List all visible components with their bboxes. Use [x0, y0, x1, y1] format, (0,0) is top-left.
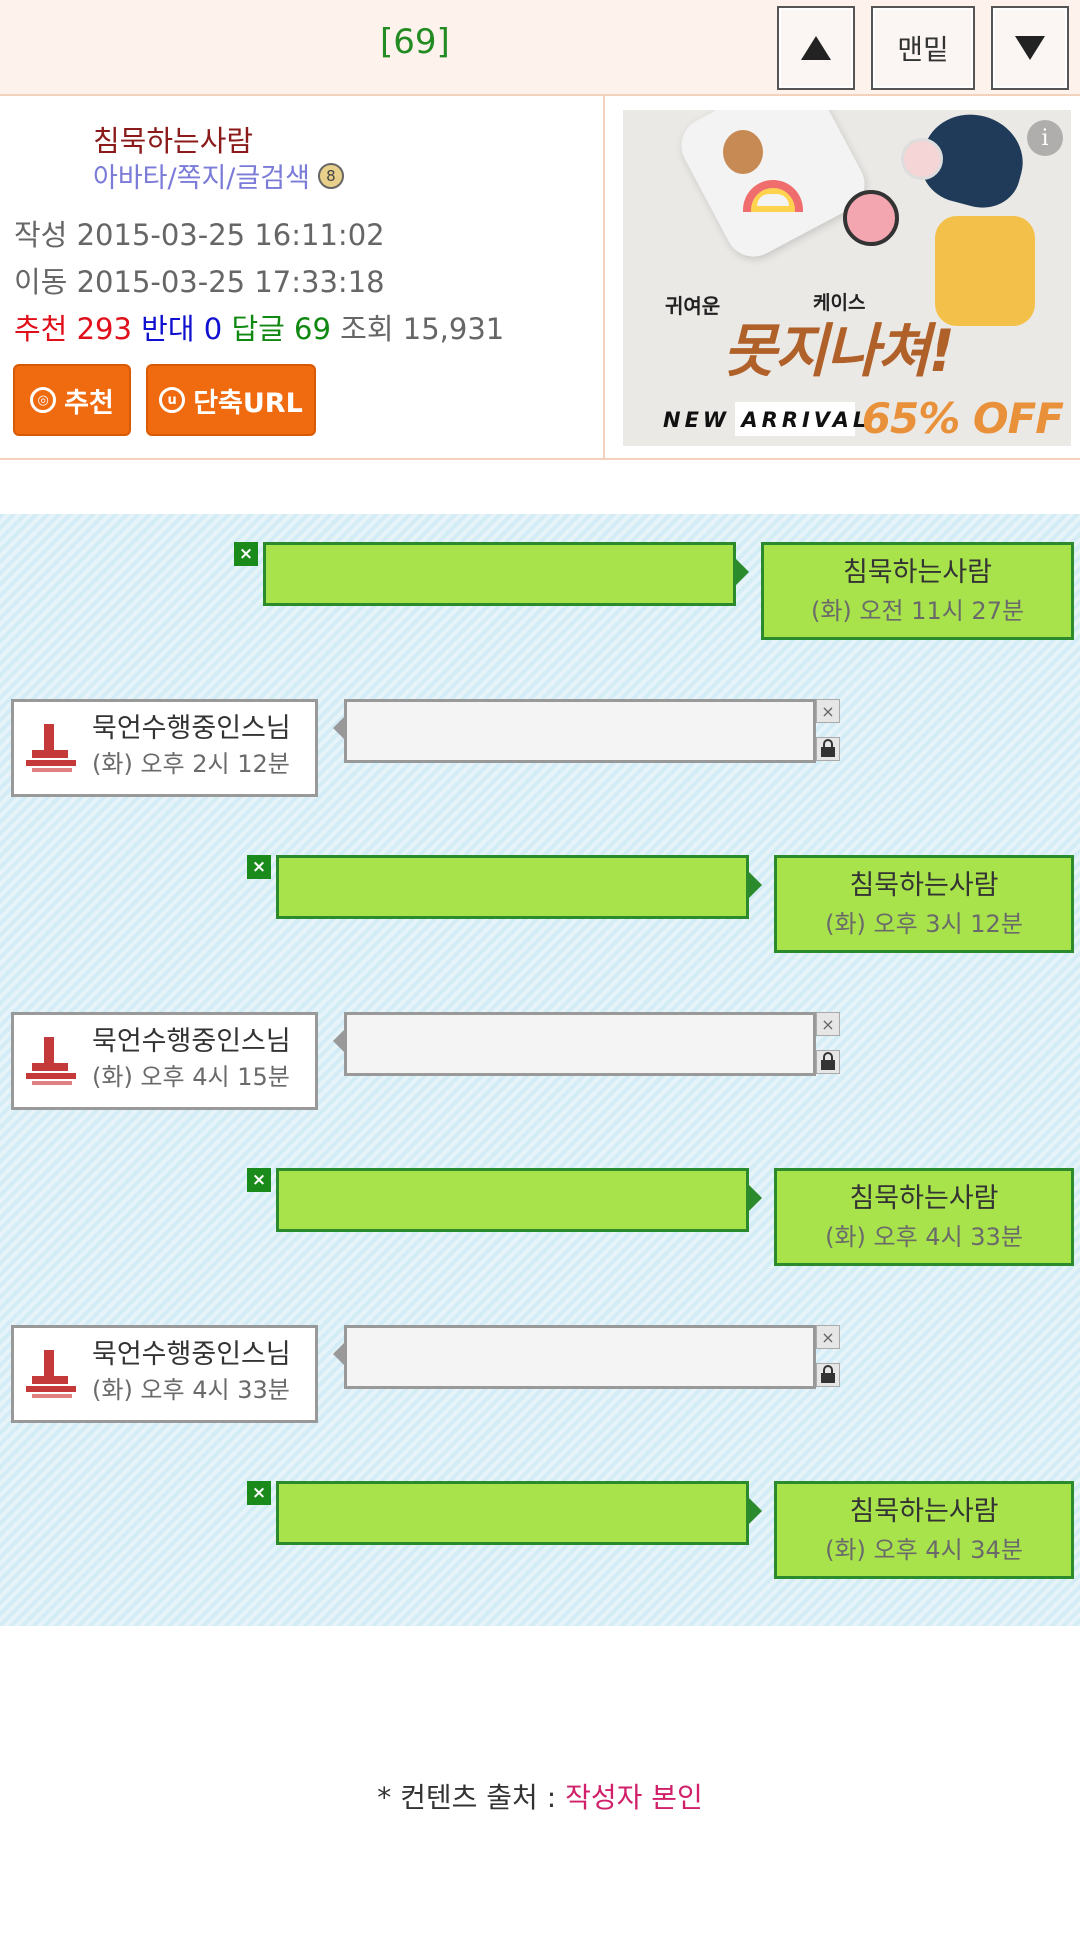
conversation-area: × 침묵하는사람 (화) 오전 11시 27분 묵언수행중인스님 (화) 오후 … — [0, 514, 1080, 1626]
message-author: 묵언수행중인스님 — [92, 1339, 291, 1370]
written-date: 작성 2015-03-25 16:11:02 — [14, 218, 385, 252]
content-source-label: * 컨텐츠 출처 : — [377, 1781, 566, 1814]
message-author-box: 묵언수행중인스님 (화) 오후 4시 33분 — [11, 1325, 318, 1423]
message-author-box: 묵언수행중인스님 (화) 오후 2시 12분 — [11, 699, 318, 797]
up-arrow-icon — [801, 36, 831, 60]
close-icon[interactable]: × — [816, 1012, 840, 1036]
target-icon: ◎ — [30, 387, 57, 413]
scroll-up-button[interactable] — [777, 6, 855, 90]
grip-image — [901, 138, 943, 180]
message-author: 침묵하는사람 — [849, 1183, 999, 1214]
message-author: 침묵하는사람 — [849, 1496, 999, 1527]
ad-headline: 못지나쳐! — [723, 317, 955, 385]
recommend-button[interactable]: ◎ 추천 — [13, 364, 131, 436]
post-stats: 추천 293 반대 0 답글 69 조회 15,931 — [14, 312, 505, 346]
grip-image — [843, 190, 899, 246]
message-time: (화) 오후 4시 33분 — [825, 1223, 1023, 1251]
lock-icon — [816, 1050, 840, 1074]
delete-icon[interactable]: × — [247, 1168, 271, 1192]
message-time: (화) 오후 3시 12분 — [825, 910, 1023, 938]
message-author-box: 침묵하는사람 (화) 오후 4시 33분 — [774, 1168, 1074, 1266]
ad-small-text: 귀여운 — [665, 294, 721, 318]
message-time: (화) 오후 2시 12분 — [92, 750, 290, 778]
lock-icon — [816, 1363, 840, 1387]
short-url-button[interactable]: u 단축URL — [146, 364, 316, 436]
ad-discount: 65% OFF — [861, 394, 1064, 443]
avatar — [26, 1350, 76, 1398]
bear-image — [723, 130, 763, 174]
message-author: 침묵하는사람 — [849, 870, 999, 901]
reply-count: [69] — [380, 22, 450, 62]
author-links-label[interactable]: 아바타/쪽지/글검색 — [93, 156, 310, 195]
ad-bottom-strip: NEW ARRIVAL 65% OFF — [623, 394, 1071, 443]
message-author: 침묵하는사람 — [842, 557, 993, 588]
message-author-box: 침묵하는사람 (화) 오후 3시 12분 — [774, 855, 1074, 953]
message-bubble — [276, 1481, 762, 1545]
message-bubble — [333, 699, 816, 763]
link-icon: u — [159, 387, 186, 413]
message-bubble — [333, 1012, 816, 1076]
avatar — [26, 724, 76, 772]
message-author: 묵언수행중인스님 — [92, 713, 291, 744]
scroll-down-button[interactable] — [991, 6, 1069, 90]
moved-date: 이동 2015-03-25 17:33:18 — [14, 265, 385, 299]
message-author-box: 침묵하는사람 (화) 오후 4시 34분 — [774, 1481, 1074, 1579]
delete-icon[interactable]: × — [247, 1481, 271, 1505]
message-bubble — [276, 855, 762, 919]
advertisement-banner[interactable]: i 귀여운 케이스 못지나쳐! NEW ARRIVAL 65% OFF — [623, 110, 1071, 446]
ad-info-icon[interactable]: i — [1027, 120, 1063, 156]
message-author-box: 침묵하는사람 (화) 오전 11시 27분 — [761, 542, 1074, 640]
message-time: (화) 오후 4시 33분 — [92, 1376, 290, 1404]
divider — [603, 96, 605, 460]
down-arrow-icon — [1015, 36, 1045, 60]
message-author: 묵언수행중인스님 — [92, 1026, 291, 1057]
message-bubble — [276, 1168, 762, 1232]
author-name[interactable]: 침묵하는사람 — [93, 118, 253, 160]
post-info: 침묵하는사람 아바타/쪽지/글검색 8 작성 2015-03-25 16:11:… — [0, 96, 1080, 460]
message-time: (화) 오후 4시 34분 — [825, 1536, 1023, 1564]
avatar — [26, 1037, 76, 1085]
close-icon[interactable]: × — [816, 699, 840, 723]
delete-icon[interactable]: × — [234, 542, 258, 566]
content-source-value: 작성자 본인 — [565, 1781, 703, 1814]
lock-icon — [816, 737, 840, 761]
message-bubble — [263, 542, 749, 606]
message-time: (화) 오전 11시 27분 — [810, 597, 1025, 625]
content-source: * 컨텐츠 출처 : 작성자 본인 — [0, 1776, 1080, 1816]
close-icon[interactable]: × — [816, 1325, 840, 1349]
go-bottom-button[interactable]: 맨밑 — [871, 6, 975, 90]
delete-icon[interactable]: × — [247, 855, 271, 879]
author-links[interactable]: 아바타/쪽지/글검색 8 — [93, 156, 344, 195]
message-author-box: 묵언수행중인스님 (화) 오후 4시 15분 — [11, 1012, 318, 1110]
message-time: (화) 오후 4시 15분 — [92, 1063, 290, 1091]
message-bubble — [333, 1325, 816, 1389]
ad-new-arrival: NEW ARRIVAL — [663, 408, 871, 432]
level-badge-icon: 8 — [317, 162, 344, 189]
top-nav-bar: [69] 맨밑 — [0, 0, 1080, 96]
